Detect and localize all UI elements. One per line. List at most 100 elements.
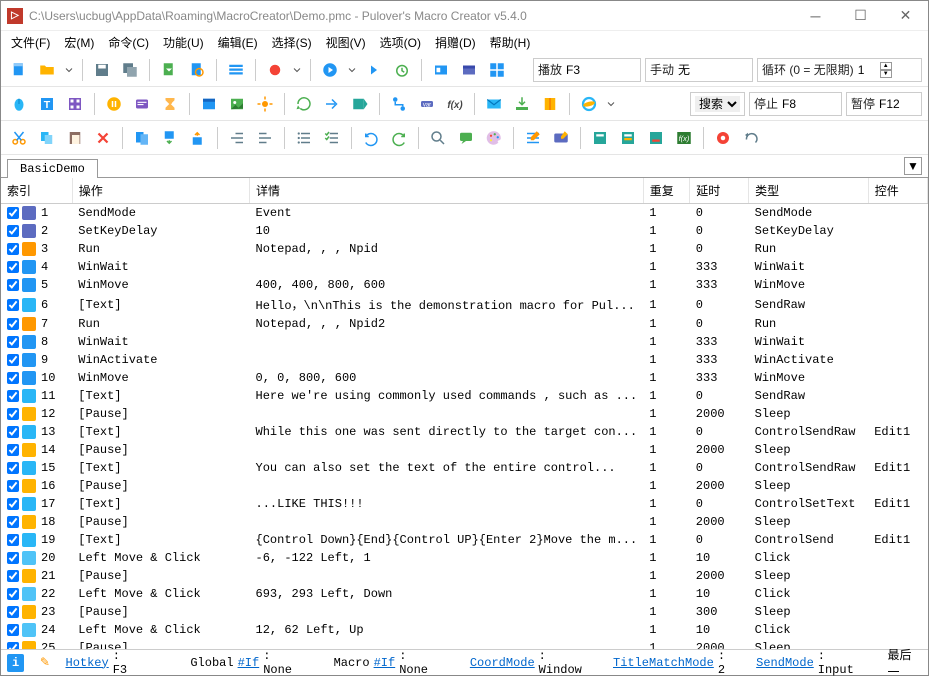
row-checkbox[interactable]	[7, 444, 19, 456]
column-header[interactable]: 控件	[868, 178, 927, 204]
timer-icon[interactable]	[390, 58, 414, 82]
column-header[interactable]: 延时	[690, 178, 749, 204]
indent-left-icon[interactable]	[225, 126, 249, 150]
row-checkbox[interactable]	[7, 261, 19, 273]
row-checkbox[interactable]	[7, 588, 19, 600]
menu-o[interactable]: 选项(O)	[374, 32, 427, 53]
search-select[interactable]: 搜索.	[695, 96, 740, 112]
table-row[interactable]: 17[Text]...LIKE THIS!!!10ControlSetTextE…	[1, 495, 928, 513]
msgbox-icon[interactable]	[130, 92, 154, 116]
row-checkbox[interactable]	[7, 207, 19, 219]
status-global-if-link[interactable]: #If	[238, 656, 260, 670]
group3-icon[interactable]	[644, 126, 668, 150]
table-row[interactable]: 11[Text]Here we're using commonly used c…	[1, 387, 928, 405]
menu-d[interactable]: 捐赠(D)	[429, 32, 482, 53]
edit-icon[interactable]: ✎	[36, 654, 53, 672]
insert-key-icon[interactable]	[549, 126, 573, 150]
stop-hotkey-group[interactable]: 停止	[749, 92, 842, 116]
table-row[interactable]: 1SendModeEvent10SendMode	[1, 204, 928, 223]
mouse-icon[interactable]	[7, 92, 31, 116]
show-controls-icon[interactable]	[485, 58, 509, 82]
menu-u[interactable]: 功能(U)	[157, 32, 210, 53]
control-icon[interactable]	[63, 92, 87, 116]
close-button[interactable]: ✕	[883, 1, 928, 31]
table-row[interactable]: 7RunNotepad, , , Npid210Run	[1, 315, 928, 333]
info-icon[interactable]: i	[7, 654, 24, 672]
step-icon[interactable]	[362, 58, 386, 82]
function-icon[interactable]: f(x)	[443, 92, 467, 116]
window-icon[interactable]	[197, 92, 221, 116]
copy-icon[interactable]	[35, 126, 59, 150]
macro-list[interactable]: 索引操作详情重复延时类型控件 1SendModeEvent10SendMode2…	[1, 178, 928, 649]
loop-cmd-icon[interactable]	[292, 92, 316, 116]
status-titlematch-link[interactable]: TitleMatchMode	[613, 656, 714, 670]
row-checkbox[interactable]	[7, 372, 19, 384]
export-icon[interactable]	[157, 58, 181, 82]
table-row[interactable]: 23[Pause]1300Sleep	[1, 603, 928, 621]
fx-code-icon[interactable]: f(x)	[672, 126, 696, 150]
table-row[interactable]: 18[Pause]12000Sleep	[1, 513, 928, 531]
row-checkbox[interactable]	[7, 426, 19, 438]
image-icon[interactable]	[225, 92, 249, 116]
paste-icon[interactable]	[63, 126, 87, 150]
column-header[interactable]: 类型	[749, 178, 869, 204]
zip-icon[interactable]	[538, 92, 562, 116]
dropdown-icon[interactable]	[63, 58, 75, 82]
row-checkbox[interactable]	[7, 534, 19, 546]
menu-h[interactable]: 帮助(H)	[484, 32, 537, 53]
pause-icon[interactable]	[102, 92, 126, 116]
on-top-icon[interactable]	[457, 58, 481, 82]
group2-icon[interactable]	[616, 126, 640, 150]
row-checkbox[interactable]	[7, 299, 19, 311]
label-icon[interactable]	[348, 92, 372, 116]
loop-group[interactable]: 循环 (0 = 无限期) ▲▼	[757, 58, 922, 82]
column-header[interactable]: 操作	[72, 178, 249, 204]
list-icon[interactable]	[292, 126, 316, 150]
row-checkbox[interactable]	[7, 498, 19, 510]
row-checkbox[interactable]	[7, 480, 19, 492]
menu-m[interactable]: 宏(M)	[58, 32, 100, 53]
download-icon[interactable]	[510, 92, 534, 116]
redo-icon[interactable]	[387, 126, 411, 150]
row-checkbox[interactable]	[7, 516, 19, 528]
duplicate-icon[interactable]	[130, 126, 154, 150]
status-sendmode-link[interactable]: SendMode	[756, 656, 814, 670]
row-checkbox[interactable]	[7, 318, 19, 330]
always-active-icon[interactable]	[429, 58, 453, 82]
loop-down[interactable]: ▼	[880, 70, 892, 78]
save-icon[interactable]	[90, 58, 114, 82]
options-icon[interactable]	[224, 58, 248, 82]
loop-up[interactable]: ▲	[880, 62, 892, 70]
menu-s[interactable]: 选择(S)	[266, 32, 318, 53]
record-new-icon[interactable]	[711, 126, 735, 150]
save-as-icon[interactable]	[118, 58, 142, 82]
menu-c[interactable]: 命令(C)	[102, 32, 155, 53]
status-macro-if-link[interactable]: #If	[374, 656, 396, 670]
table-row[interactable]: 14[Pause]12000Sleep	[1, 441, 928, 459]
maximize-button[interactable]: ☐	[838, 1, 883, 31]
pause-hotkey-input[interactable]	[879, 97, 917, 111]
play-icon[interactable]	[318, 58, 342, 82]
record-icon[interactable]	[263, 58, 287, 82]
row-checkbox[interactable]	[7, 279, 19, 291]
record-dropdown-icon[interactable]	[291, 58, 303, 82]
row-checkbox[interactable]	[7, 570, 19, 582]
indent-right-icon[interactable]	[253, 126, 277, 150]
menu-v[interactable]: 视图(V)	[320, 32, 372, 53]
status-coordmode-link[interactable]: CoordMode	[470, 656, 535, 670]
table-row[interactable]: 9WinActivate1333WinActivate	[1, 351, 928, 369]
table-row[interactable]: 20Left Move & Click-6, -122 Left, 1110Cl…	[1, 549, 928, 567]
table-row[interactable]: 4WinWait1333WinWait	[1, 258, 928, 276]
table-row[interactable]: 3RunNotepad, , , Npid10Run	[1, 240, 928, 258]
cut-icon[interactable]	[7, 126, 31, 150]
table-row[interactable]: 24Left Move & Click12, 62 Left, Up110Cli…	[1, 621, 928, 639]
play-hotkey-input[interactable]	[566, 63, 636, 77]
table-row[interactable]: 19[Text]{Control Down}{End}{Control UP}{…	[1, 531, 928, 549]
edit-macro-icon[interactable]	[521, 126, 545, 150]
row-checkbox[interactable]	[7, 243, 19, 255]
run-icon[interactable]	[253, 92, 277, 116]
find-icon[interactable]	[426, 126, 450, 150]
comment-icon[interactable]	[454, 126, 478, 150]
table-row[interactable]: 6[Text]Hello，\n\nThis is the demonstrati…	[1, 294, 928, 315]
row-checkbox[interactable]	[7, 624, 19, 636]
